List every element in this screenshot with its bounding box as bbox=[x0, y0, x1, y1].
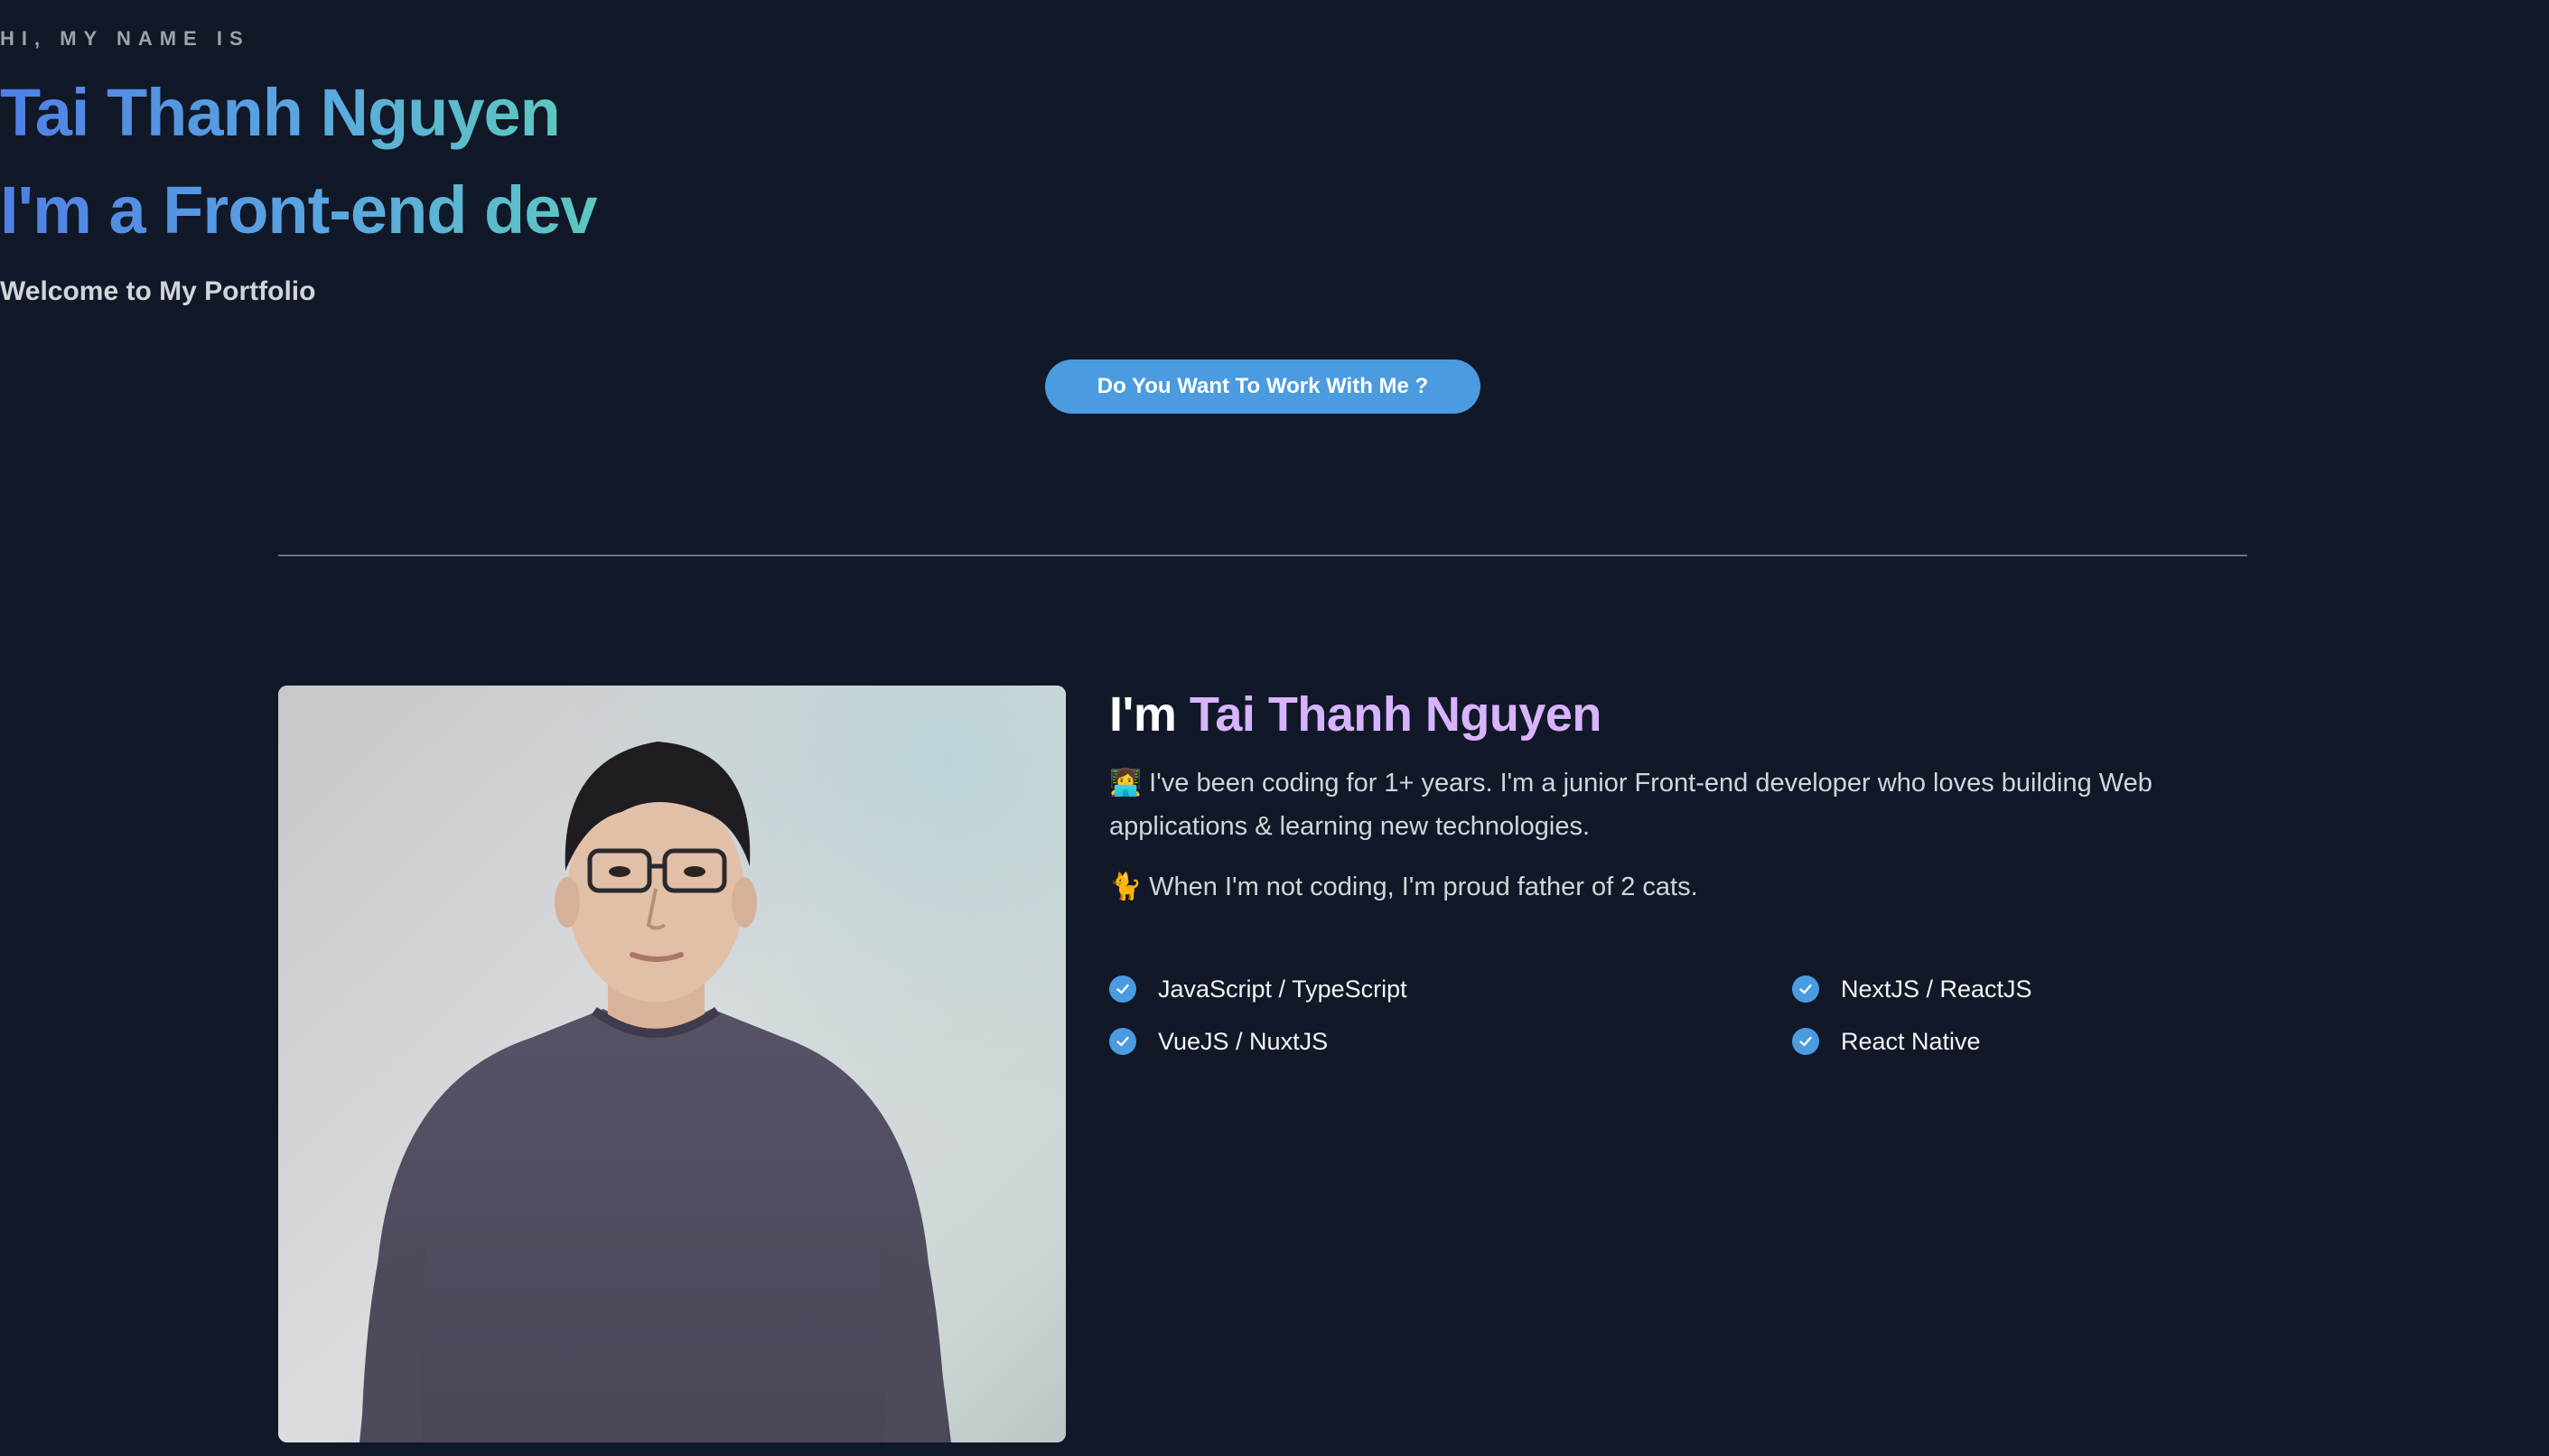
hero-role: I'm a Front-end dev bbox=[0, 170, 2549, 251]
hero-role-text: I'm a Front-end dev bbox=[0, 170, 598, 251]
check-circle-icon bbox=[1792, 1028, 1819, 1055]
check-circle-icon bbox=[1109, 1028, 1136, 1055]
about-paragraph-1: 👩‍💻 I've been coding for 1+ years. I'm a… bbox=[1109, 769, 2152, 841]
about-title: I'm Tai Thanh Nguyen bbox=[1109, 683, 1601, 746]
work-with-me-button[interactable]: Do You Want To Work With Me ? bbox=[1045, 359, 1480, 414]
hero-welcome: Welcome to My Portfolio bbox=[0, 276, 316, 306]
hero-eyebrow: HI, MY NAME IS bbox=[0, 27, 250, 50]
about-paragraph-2: 🐈 When I'm not coding, I'm proud father … bbox=[1109, 873, 1698, 901]
check-circle-icon bbox=[1109, 975, 1136, 1003]
skill-label: JavaScript / TypeScript bbox=[1158, 975, 1407, 1003]
profile-photo-illustration bbox=[278, 686, 1066, 1442]
skill-label: NextJS / ReactJS bbox=[1841, 975, 2032, 1003]
skill-item: VueJS / NuxtJS bbox=[1109, 1025, 1328, 1058]
about-title-name: Tai Thanh Nguyen bbox=[1189, 687, 1602, 742]
check-circle-icon bbox=[1792, 975, 1819, 1003]
skill-label: React Native bbox=[1841, 1028, 1981, 1055]
skill-item: JavaScript / TypeScript bbox=[1109, 973, 1407, 1005]
about-title-prefix: I'm bbox=[1109, 687, 1177, 742]
hero-name-text: Tai Thanh Nguyen bbox=[0, 72, 561, 154]
skill-label: VueJS / NuxtJS bbox=[1158, 1028, 1329, 1055]
hero-name: Tai Thanh Nguyen bbox=[0, 72, 2549, 154]
profile-photo bbox=[278, 686, 1066, 1442]
portfolio-page: HI, MY NAME IS Tai Thanh Nguyen I'm a Fr… bbox=[0, 0, 2549, 1456]
skill-item: NextJS / ReactJS bbox=[1792, 973, 2032, 1005]
skill-item: React Native bbox=[1792, 1025, 1981, 1058]
section-divider bbox=[278, 555, 2247, 556]
